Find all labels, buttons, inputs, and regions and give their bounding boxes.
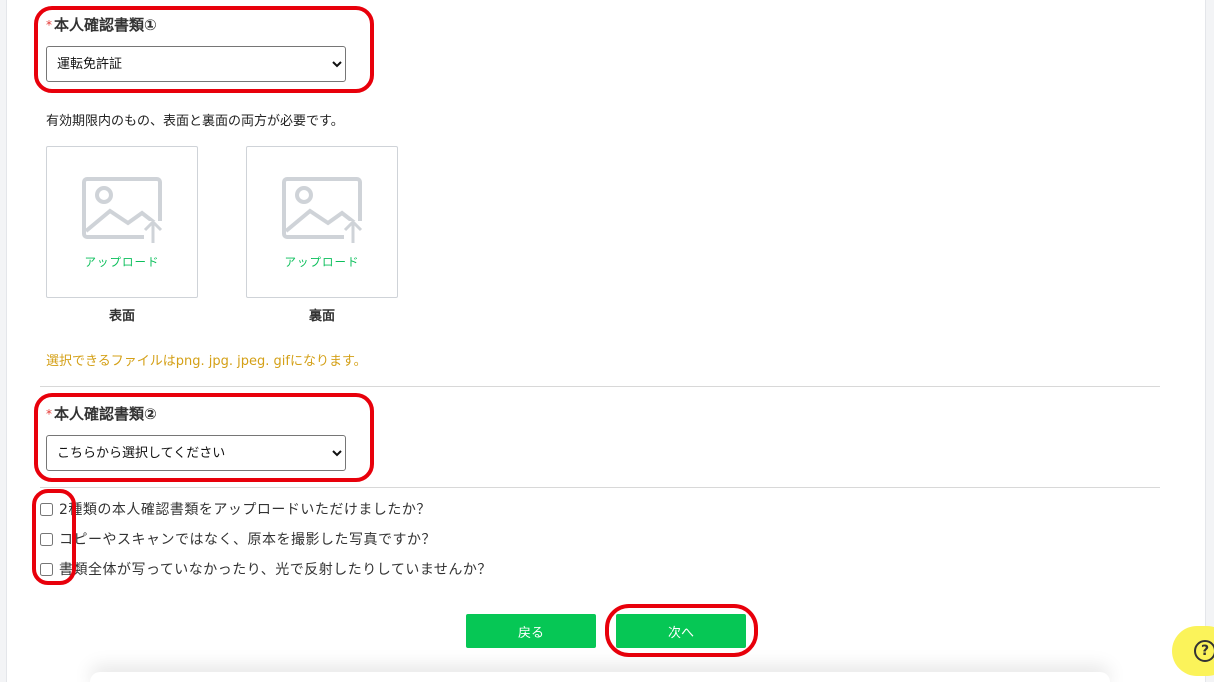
image-upload-icon <box>282 177 363 245</box>
image-upload-icon <box>82 177 163 245</box>
required-mark: * <box>46 407 52 421</box>
doc1-note: 有効期限内のもの、表面と裏面の両方が必要です。 <box>46 114 344 129</box>
check-two-documents-box[interactable] <box>40 502 53 516</box>
check-no-glare-box[interactable] <box>40 562 53 576</box>
upload-back-text: アップロード <box>284 255 360 269</box>
next-button[interactable]: 次へ <box>616 614 746 648</box>
doc2-label: 本人確認書類② <box>54 405 157 423</box>
upload-front-box[interactable]: アップロード <box>46 146 198 298</box>
front-side-label: 表面 <box>108 309 135 324</box>
check-original-photo-box[interactable] <box>40 532 53 546</box>
check-original-photo[interactable]: コピーやスキャンではなく、原本を撮影した写真ですか？ <box>40 529 436 549</box>
back-side-label: 裏面 <box>308 309 335 324</box>
check-original-photo-label: コピーやスキャンではなく、原本を撮影した写真ですか？ <box>59 532 436 548</box>
file-types-note: 選択できるファイルはpng. jpg. jpeg. gifになります。 <box>46 354 367 369</box>
doc1-label: 本人確認書類① <box>54 16 157 34</box>
upload-front-text: アップロード <box>84 255 160 269</box>
form-card <box>6 0 1206 682</box>
required-mark: * <box>46 18 52 32</box>
divider <box>40 386 1160 387</box>
doc2-select[interactable]: こちらから選択してください <box>46 435 346 471</box>
check-two-documents-label: 2種類の本人確認書類をアップロードいただけましたか？ <box>59 502 431 518</box>
check-no-glare[interactable]: 書類全体が写っていなかったり、光で反射したりしていませんか？ <box>40 559 492 579</box>
check-no-glare-label: 書類全体が写っていなかったり、光で反射したりしていませんか？ <box>59 562 492 578</box>
upload-back-box[interactable]: アップロード <box>246 146 398 298</box>
bottom-panel-shadow <box>90 672 1110 682</box>
help-button[interactable]: ? <box>1172 626 1214 676</box>
check-two-documents[interactable]: 2種類の本人確認書類をアップロードいただけましたか？ <box>40 499 431 519</box>
back-button[interactable]: 戻る <box>466 614 596 648</box>
help-icon: ? <box>1194 640 1214 662</box>
doc1-select[interactable]: 運転免許証 <box>46 46 346 82</box>
divider <box>40 487 1160 488</box>
